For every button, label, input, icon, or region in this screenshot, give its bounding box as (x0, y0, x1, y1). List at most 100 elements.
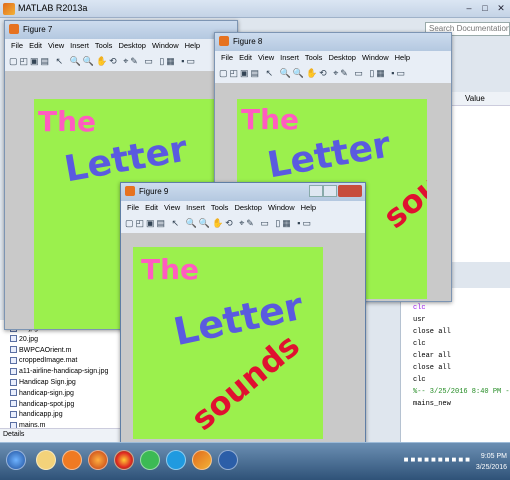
menu-item[interactable]: File (11, 41, 23, 50)
figure-9-toolbar[interactable]: ▢◰▣▤ ↖ 🔍🔍✋⟲ ⌖✎ ▭ ▯▦ ▪▭ (125, 218, 313, 230)
minimize-icon[interactable]: – (462, 2, 476, 14)
minimize-icon[interactable] (309, 185, 323, 197)
menu-item[interactable]: View (48, 41, 64, 50)
word-the: The (241, 103, 300, 136)
file-list-item[interactable]: handicap-spot.jpg (10, 400, 74, 409)
figure-7-toolbar[interactable]: ▢◰▣▤ ↖ 🔍🔍✋⟲ ⌖✎ ▭ ▯▦ ▪▭ (9, 56, 197, 68)
value-column-header: Value (465, 94, 485, 103)
figure-icon (219, 36, 229, 46)
file-list-item[interactable]: Handicap Sign.jpg (10, 378, 76, 387)
matlab-taskbar-icon[interactable] (192, 450, 212, 470)
menu-item[interactable]: Edit (145, 203, 158, 212)
file-icon (10, 346, 17, 354)
menu-item[interactable]: Desktop (328, 53, 356, 62)
file-name: 20.jpg (19, 335, 39, 343)
command-history-line[interactable]: close all (413, 328, 451, 336)
file-icon (10, 378, 17, 386)
media-player-icon[interactable] (62, 450, 82, 470)
command-history-line[interactable]: mains_new (413, 400, 451, 408)
figure-7-menubar[interactable]: File Edit View Insert Tools Desktop Window Help (5, 41, 237, 53)
close-icon[interactable] (338, 185, 362, 197)
skype-icon[interactable] (166, 450, 186, 470)
menu-item[interactable]: Tools (305, 53, 323, 62)
command-history-panel[interactable]: allclcusrclose allclcclear allclose allc… (400, 288, 510, 448)
file-explorer-icon[interactable] (36, 450, 56, 470)
menu-item[interactable]: Help (395, 53, 410, 62)
menu-item[interactable]: File (221, 53, 233, 62)
file-list-item[interactable]: BWPCAOrient.m (10, 346, 72, 355)
menu-item[interactable]: Help (301, 203, 316, 212)
file-icon (10, 389, 17, 397)
menu-item[interactable]: Tools (211, 203, 229, 212)
file-list-item[interactable]: croppedImage.mat (10, 356, 77, 365)
file-list-item[interactable]: handicap-sign.jpg (10, 389, 74, 398)
file-list-item[interactable]: a11-airline-handicap-sign.jpg (10, 367, 108, 376)
file-name: handicapp.jpg (19, 411, 63, 419)
firefox-icon[interactable] (88, 450, 108, 470)
figure-7-titlebar[interactable]: Figure 7 (5, 21, 237, 39)
figure-icon (125, 186, 135, 196)
figure-icon (9, 24, 19, 34)
file-icon (10, 367, 17, 375)
menu-item[interactable]: Window (268, 203, 295, 212)
menu-item[interactable]: View (164, 203, 180, 212)
word-the: The (38, 105, 97, 138)
chrome-icon[interactable] (114, 450, 134, 470)
file-icon (10, 411, 17, 419)
menu-item[interactable]: View (258, 53, 274, 62)
figure-8-menubar[interactable]: File Edit View Insert Tools Desktop Window Help (215, 53, 451, 65)
file-list-item[interactable]: 20.jpg (10, 335, 38, 344)
figure-9-title: Figure 9 (139, 187, 169, 196)
clock-time: 9:05 PM (480, 453, 507, 460)
figure-9-canvas: The Letter sounds (121, 233, 365, 443)
file-icon (10, 357, 17, 365)
command-history-line[interactable]: usr (413, 316, 426, 324)
menu-item[interactable]: Window (362, 53, 389, 62)
taskbar-clock[interactable]: 9:05 PM 3/25/2016 (476, 451, 507, 473)
command-history-line[interactable]: %-- 3/25/2016 8:40 PM --% (413, 388, 510, 396)
figure-7-title: Figure 7 (23, 25, 53, 34)
file-name: croppedImage.mat (19, 357, 78, 365)
figure-9-titlebar[interactable]: Figure 9 (121, 183, 365, 201)
details-panel-header[interactable]: Details (0, 428, 122, 442)
command-history-line[interactable]: clear all (413, 352, 451, 360)
file-name: handicap-sign.jpg (19, 389, 74, 397)
close-icon[interactable]: ✕ (494, 2, 508, 14)
figure-9-window[interactable]: Figure 9 File Edit View Insert Tools Desktop W… (120, 182, 366, 444)
clock-date: 3/25/2016 (475, 464, 507, 471)
menu-item[interactable]: Insert (186, 203, 205, 212)
menu-item[interactable]: Insert (70, 41, 89, 50)
maximize-icon[interactable] (323, 185, 337, 197)
file-name: Handicap Sign.jpg (19, 379, 76, 386)
word-icon[interactable] (218, 450, 238, 470)
command-history-line[interactable]: clc (413, 376, 426, 384)
file-name: handicap-spot.jpg (19, 400, 75, 408)
green-app-icon[interactable] (140, 450, 160, 470)
menu-item[interactable]: Desktop (118, 41, 146, 50)
maximize-icon[interactable]: □ (478, 2, 492, 14)
menu-item[interactable]: Tools (95, 41, 113, 50)
word-the: The (141, 253, 200, 286)
start-button-icon[interactable] (6, 450, 26, 470)
figure-8-titlebar[interactable]: Figure 8 (215, 33, 451, 51)
matlab-logo-icon (3, 3, 15, 15)
command-history-line[interactable]: close all (413, 364, 451, 372)
file-list-item[interactable]: handicapp.jpg (10, 410, 63, 419)
command-history-line[interactable]: clc (413, 340, 426, 348)
menu-item[interactable]: Window (152, 41, 179, 50)
matlab-window-title: MATLAB R2013a (18, 3, 88, 13)
menu-item[interactable]: Insert (280, 53, 299, 62)
command-history-line[interactable]: clc (413, 304, 426, 312)
menu-item[interactable]: Edit (239, 53, 252, 62)
figure-9-menubar[interactable]: File Edit View Insert Tools Desktop Window Help (121, 203, 365, 215)
menu-item[interactable]: Help (185, 41, 200, 50)
file-icon (10, 335, 17, 343)
matlab-title-bar: MATLAB R2013a – □ ✕ (0, 0, 510, 18)
menu-item[interactable]: Edit (29, 41, 42, 50)
figure-8-toolbar[interactable]: ▢◰▣▤ ↖ 🔍🔍✋⟲ ⌖✎ ▭ ▯▦ ▪▭ (219, 68, 407, 80)
current-folder-panel[interactable]: 20.jpg20.jpgBWPCAOrient.mcroppedImage.ma… (0, 320, 122, 442)
figure-8-title: Figure 8 (233, 37, 263, 46)
menu-item[interactable]: File (127, 203, 139, 212)
system-tray-icons[interactable]: ■■■■■■■■■■ (404, 455, 472, 464)
menu-item[interactable]: Desktop (234, 203, 262, 212)
